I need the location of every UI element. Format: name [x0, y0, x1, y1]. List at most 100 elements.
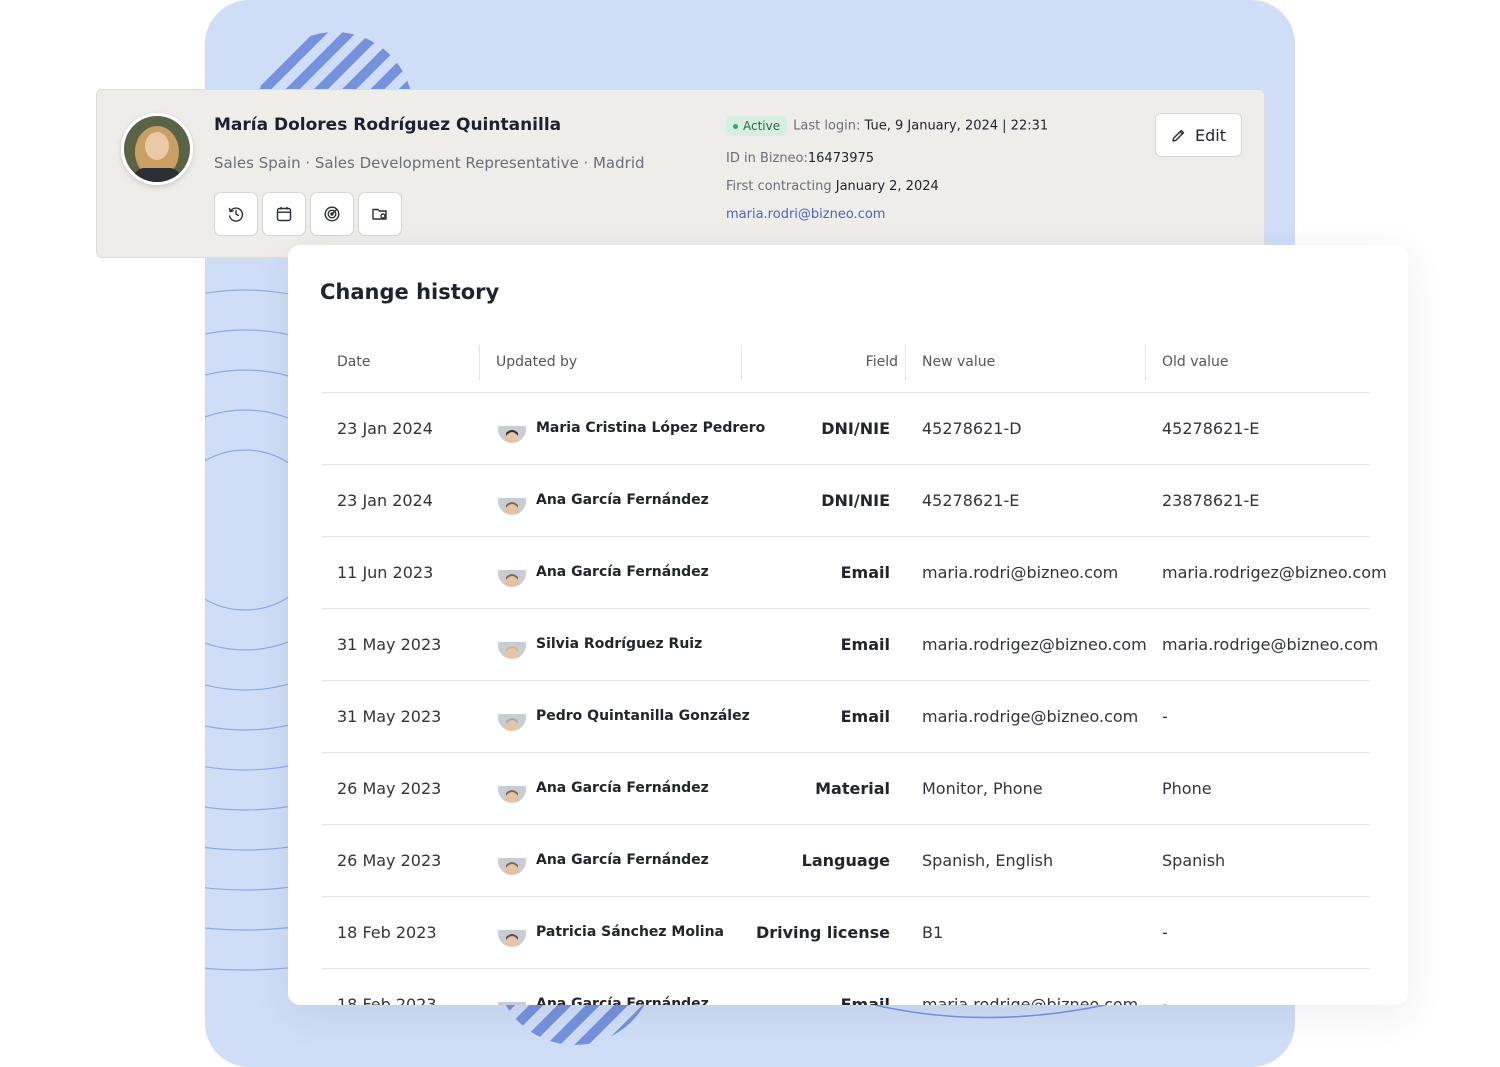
- row-old-value: -: [1162, 995, 1168, 1005]
- profile-action-icons: [214, 192, 402, 236]
- avatar: [498, 415, 526, 443]
- change-history-table: Date Updated by Field New value Old valu…: [321, 345, 1387, 1005]
- column-header-field[interactable]: Field: [690, 345, 898, 380]
- column-divider: [479, 345, 480, 380]
- avatar: [498, 991, 526, 1005]
- row-new-value: B1: [922, 923, 944, 942]
- row-field: Material: [815, 779, 890, 798]
- status-badge: Active: [726, 116, 788, 136]
- row-old-value: maria.rodrige@bizneo.com: [1162, 635, 1379, 654]
- row-field: DNI/NIE: [821, 419, 890, 438]
- row-new-value: Spanish, English: [922, 851, 1054, 870]
- table-row[interactable]: 26 May 2023 Ana García Fernández Material M…: [321, 753, 1370, 825]
- id-line: ID in Bizneo:16473975: [726, 151, 874, 166]
- id-label: ID in Bizneo:: [726, 151, 808, 166]
- row-new-value: Monitor, Phone: [922, 779, 1043, 798]
- avatar: [498, 559, 526, 587]
- row-old-value: 45278621-E: [1162, 419, 1260, 438]
- employee-email-link[interactable]: maria.rodri@bizneo.com: [726, 207, 885, 222]
- calendar-button[interactable]: [262, 192, 306, 236]
- last-login-value: Tue, 9 January, 2024 | 22:31: [864, 118, 1049, 134]
- column-header-old-value[interactable]: Old value: [1162, 345, 1229, 380]
- row-date: 18 Feb 2023: [337, 995, 437, 1005]
- table-row[interactable]: 31 May 2023 Pedro Quintanilla González Ema…: [321, 681, 1370, 753]
- avatar: [498, 703, 526, 731]
- table-body: 23 Jan 2024 Maria Cristina López Pedrero D…: [321, 393, 1387, 1005]
- row-updated-by-name[interactable]: Ana García Fernández: [536, 537, 709, 608]
- row-updated-by: Ana García Fernández: [498, 753, 709, 824]
- avatar: [498, 631, 526, 659]
- first-contracting-line: First contracting January 2, 2024: [726, 179, 939, 194]
- table-row[interactable]: 23 Jan 2024 Maria Cristina López Pedrero D…: [321, 393, 1370, 465]
- row-new-value: 45278621-D: [922, 419, 1022, 438]
- row-updated-by-name[interactable]: Ana García Fernández: [536, 969, 709, 1005]
- row-old-value: -: [1162, 707, 1168, 726]
- row-field: Email: [840, 635, 890, 654]
- row-updated-by-name[interactable]: Ana García Fernández: [536, 825, 709, 896]
- row-old-value: Spanish: [1162, 851, 1226, 870]
- row-updated-by-name[interactable]: Ana García Fernández: [536, 465, 709, 536]
- employee-profile-card: María Dolores Rodríguez Quintanilla Sale…: [96, 89, 1265, 258]
- folder-icon: [372, 208, 387, 220]
- row-old-value: 23878621-E: [1162, 491, 1260, 510]
- row-field: Email: [840, 563, 890, 582]
- row-updated-by-name[interactable]: Silvia Rodríguez Ruiz: [536, 609, 702, 680]
- avatar: [121, 113, 193, 185]
- row-new-value: maria.rodri@bizneo.com: [922, 563, 1119, 582]
- row-date: 23 Jan 2024: [337, 419, 433, 438]
- avatar: [498, 775, 526, 803]
- employee-subtitle: Sales Spain · Sales Development Represen…: [214, 154, 645, 172]
- active-dot-icon: [733, 124, 738, 129]
- edit-label: Edit: [1195, 125, 1226, 145]
- row-date: 31 May 2023: [337, 707, 442, 726]
- row-new-value: 45278621-E: [922, 491, 1020, 510]
- row-field: Driving license: [755, 923, 890, 942]
- column-divider: [1145, 345, 1146, 380]
- column-header-date[interactable]: Date: [337, 345, 370, 380]
- table-row[interactable]: 23 Jan 2024 Ana García Fernández DNI/NIE 45…: [321, 465, 1370, 537]
- id-value: 16473975: [807, 151, 875, 166]
- goals-button[interactable]: [310, 192, 354, 236]
- row-old-value: maria.rodrigez@bizneo.com: [1162, 563, 1387, 582]
- row-field: Email: [840, 995, 890, 1005]
- pencil-icon: [1172, 129, 1185, 142]
- row-field: Language: [801, 851, 890, 870]
- row-updated-by-name[interactable]: Ana García Fernández: [536, 753, 709, 824]
- row-updated-by: Ana García Fernández: [498, 537, 709, 608]
- row-new-value: maria.rodrigez@bizneo.com: [922, 635, 1147, 654]
- column-divider: [905, 345, 906, 380]
- row-date: 26 May 2023: [337, 779, 442, 798]
- table-row[interactable]: 18 Feb 2023 Patricia Sánchez Molina Drivin…: [321, 897, 1370, 969]
- employee-name: María Dolores Rodríguez Quintanilla: [214, 115, 562, 135]
- row-updated-by: Silvia Rodríguez Ruiz: [498, 609, 702, 680]
- row-new-value: maria.rodrige@bizneo.com: [922, 707, 1139, 726]
- row-date: 11 Jun 2023: [337, 563, 434, 582]
- row-new-value: maria.rodrige@bizneo.com: [922, 995, 1139, 1005]
- row-updated-by: Ana García Fernández: [498, 465, 709, 536]
- table-row[interactable]: 11 Jun 2023 Ana García Fernández Email mari…: [321, 537, 1387, 609]
- table-row[interactable]: 18 Feb 2023 Ana García Fernández Email mari…: [321, 969, 1370, 1005]
- change-history-card: Change history Date Updated by Field New…: [288, 245, 1408, 1005]
- clock-rewind-icon: [228, 207, 244, 222]
- avatar: [498, 919, 526, 947]
- calendar-icon: [276, 207, 292, 222]
- table-row[interactable]: 26 May 2023 Ana García Fernández Language S…: [321, 825, 1370, 897]
- row-old-value: -: [1162, 923, 1168, 942]
- row-updated-by: Ana García Fernández: [498, 969, 709, 1005]
- change-history-title: Change history: [320, 280, 500, 304]
- table-row[interactable]: 31 May 2023 Silvia Rodríguez Ruiz Email mar…: [321, 609, 1378, 681]
- first-contracting-label: First contracting: [726, 179, 832, 194]
- last-login-label: Last login:: [793, 118, 861, 134]
- row-field: Email: [840, 707, 890, 726]
- avatar: [498, 487, 526, 515]
- column-header-updated-by[interactable]: Updated by: [496, 345, 577, 380]
- row-updated-by: Ana García Fernández: [498, 825, 709, 896]
- row-date: 23 Jan 2024: [337, 491, 433, 510]
- history-button[interactable]: [214, 192, 258, 236]
- target-icon: [324, 206, 340, 222]
- column-header-new-value[interactable]: New value: [922, 345, 995, 380]
- row-date: 26 May 2023: [337, 851, 442, 870]
- documents-button[interactable]: [358, 192, 402, 236]
- table-header: Date Updated by Field New value Old valu…: [321, 345, 1370, 393]
- edit-button[interactable]: Edit: [1155, 113, 1242, 157]
